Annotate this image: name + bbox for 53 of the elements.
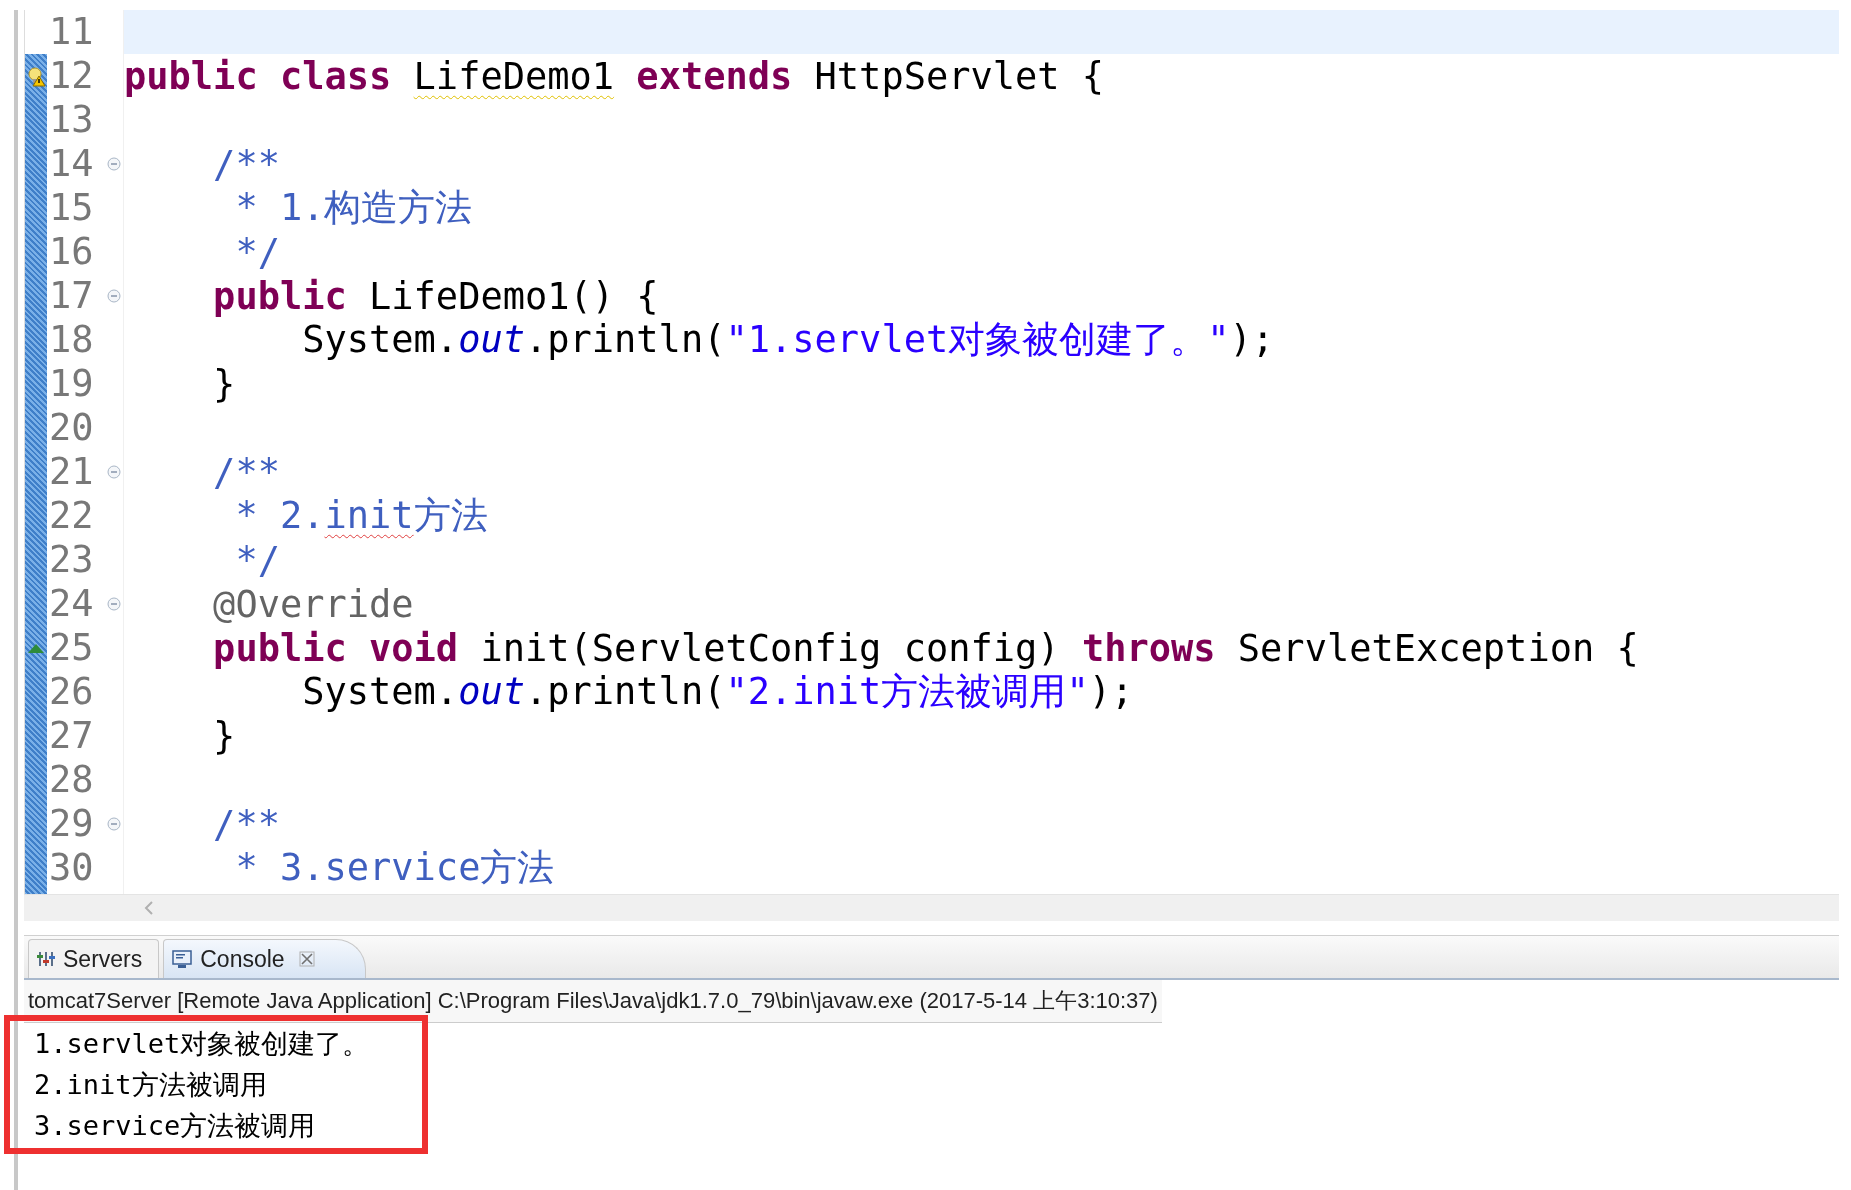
line-number: 16	[48, 230, 94, 274]
code-line: System.out.println("1.servlet对象被创建了。");	[301, 317, 1275, 363]
code-line: /**	[212, 450, 280, 494]
line-number: 18	[48, 318, 94, 362]
monitor-icon	[172, 949, 193, 969]
panel-tab[interactable]: Servers	[28, 939, 160, 978]
code-line: * 1.构造方法	[234, 185, 473, 231]
line-number: 24	[48, 582, 94, 626]
code-line: */	[234, 230, 280, 274]
code-line: public class LifeDemo1 extends HttpServlet {	[124, 54, 1105, 98]
line-number: 23	[48, 538, 94, 582]
code-line: }	[212, 362, 236, 406]
code-line: */	[234, 538, 280, 582]
line-number: 15	[48, 186, 94, 230]
sliders-icon	[37, 950, 55, 968]
line-number: 19	[48, 362, 94, 406]
code-line: System.out.println("2.init方法被调用");	[301, 669, 1134, 715]
line-number: 28	[48, 758, 94, 802]
console-process-label: tomcat7Server [Remote Java Application] C:\Program Files\Java\jdk1.7.0_79\bin\javaw.exe (2017-5-14 上午3:10:37)	[24, 980, 1162, 1023]
close-icon[interactable]	[298, 951, 315, 967]
scroll-left-icon[interactable]	[144, 901, 154, 915]
collapse-icon[interactable]	[107, 289, 121, 303]
line-number: 29	[48, 802, 94, 846]
line-number: 11	[48, 10, 94, 54]
line-number: 17	[48, 274, 94, 318]
horizontal-scrollbar[interactable]	[24, 894, 1839, 921]
code-line: /**	[212, 142, 280, 186]
line-number: 27	[48, 714, 94, 758]
collapse-icon[interactable]	[107, 157, 121, 171]
line-number: 14	[48, 142, 94, 186]
line-number: 21	[48, 450, 94, 494]
line-number: 20	[48, 406, 94, 450]
console-line: 3.service方法被调用	[34, 1109, 316, 1143]
code-line: @Override	[212, 582, 414, 626]
console-line: 1.servlet对象被创建了。	[34, 1027, 370, 1061]
line-number: 12	[48, 54, 94, 98]
code-line: }	[212, 714, 236, 758]
collapse-icon[interactable]	[107, 465, 121, 479]
line-number: 22	[48, 494, 94, 538]
panel-tab[interactable]: Console	[163, 939, 366, 978]
code-line: public void init(ServletConfig config) throws ServletException {	[212, 626, 1639, 670]
code-line: /**	[212, 802, 280, 846]
code-line: * 2.init方法	[234, 493, 488, 539]
code-line: * 3.service方法	[234, 845, 555, 891]
line-number: 25	[48, 626, 94, 670]
line-number: 13	[48, 98, 94, 142]
line-number: 26	[48, 670, 94, 714]
code-line: public LifeDemo1() {	[212, 274, 659, 318]
line-number: 30	[48, 846, 94, 890]
collapse-icon[interactable]	[107, 817, 121, 831]
warning-bulb-icon[interactable]	[26, 65, 46, 87]
console-line: 2.init方法被调用	[34, 1068, 267, 1102]
collapse-icon[interactable]	[107, 597, 121, 611]
